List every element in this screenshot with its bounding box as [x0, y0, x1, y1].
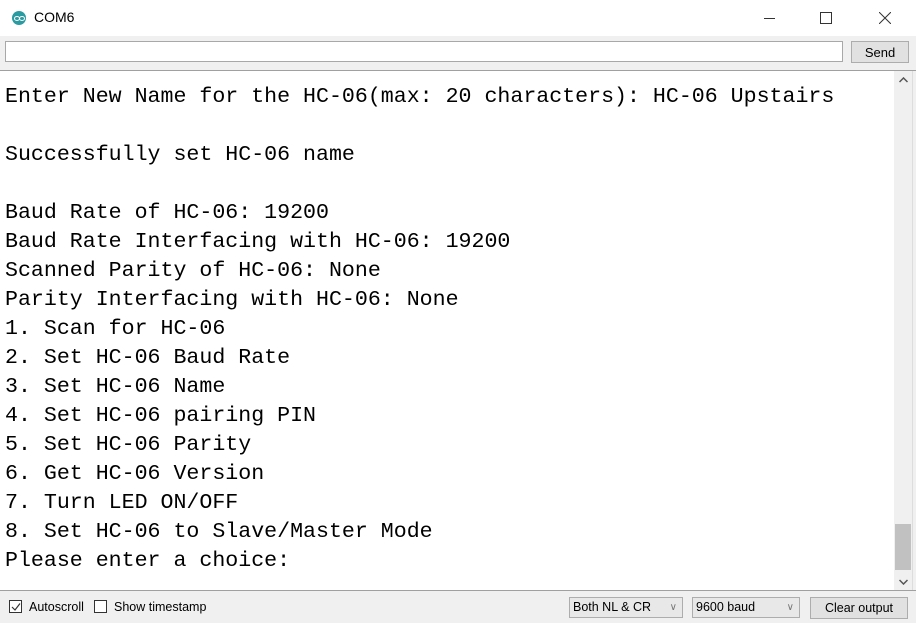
scroll-thumb[interactable] — [895, 524, 911, 570]
output-line: Parity Interfacing with HC-06: None — [5, 288, 459, 312]
output-line: 2. Set HC-06 Baud Rate — [5, 346, 291, 370]
output-line: 5. Set HC-06 Parity — [5, 433, 252, 457]
chevron-down-icon: ∨ — [786, 602, 794, 613]
title-bar: COM6 — [0, 0, 916, 36]
window-edge — [912, 71, 916, 590]
chevron-down-icon: ∨ — [669, 602, 677, 613]
output-line: Scanned Parity of HC-06: None — [5, 259, 381, 283]
clear-output-button[interactable]: Clear output — [810, 597, 908, 619]
arduino-icon — [12, 11, 26, 25]
output-line: Enter New Name for the HC-06(max: 20 cha… — [5, 85, 835, 109]
maximize-button[interactable] — [797, 0, 855, 36]
baud-rate-select[interactable]: 9600 baud ∨ — [692, 597, 800, 618]
vertical-scrollbar[interactable] — [894, 71, 912, 590]
scroll-down-button[interactable] — [894, 573, 912, 590]
output-line: 3. Set HC-06 Name — [5, 375, 226, 399]
close-icon — [879, 12, 891, 24]
show-timestamp-checkbox[interactable] — [94, 600, 107, 613]
send-input[interactable] — [5, 41, 843, 62]
close-button[interactable] — [856, 0, 914, 36]
window-title: COM6 — [34, 9, 75, 25]
baud-rate-value: 9600 baud — [696, 600, 756, 614]
output-line: Baud Rate of HC-06: 19200 — [5, 201, 329, 225]
output-line: 1. Scan for HC-06 — [5, 317, 226, 341]
send-button[interactable]: Send — [851, 41, 909, 63]
serial-output[interactable]: Enter New Name for the HC-06(max: 20 cha… — [0, 71, 894, 590]
chevron-up-icon — [898, 76, 908, 83]
status-bar: Autoscroll Show timestamp Both NL & CR ∨… — [0, 590, 916, 623]
send-toolbar: Send — [0, 36, 916, 71]
output-line: Baud Rate Interfacing with HC-06: 19200 — [5, 230, 511, 254]
line-ending-select[interactable]: Both NL & CR ∨ — [569, 597, 683, 618]
output-line: 6. Get HC-06 Version — [5, 462, 265, 486]
scroll-up-button[interactable] — [894, 71, 912, 88]
show-timestamp-label: Show timestamp — [114, 600, 207, 614]
output-line: 4. Set HC-06 pairing PIN — [5, 404, 317, 428]
output-line: 8. Set HC-06 to Slave/Master Mode — [5, 520, 433, 544]
autoscroll-checkbox[interactable] — [9, 600, 22, 613]
output-line: Successfully set HC-06 name — [5, 143, 355, 167]
chevron-down-icon — [898, 578, 908, 585]
output-line: Please enter a choice: — [5, 549, 291, 573]
maximize-icon — [820, 12, 832, 24]
minimize-icon — [763, 17, 775, 19]
autoscroll-label: Autoscroll — [29, 600, 84, 614]
line-ending-value: Both NL & CR — [573, 600, 652, 614]
output-line: 7. Turn LED ON/OFF — [5, 491, 239, 515]
checkmark-icon — [11, 603, 21, 611]
minimize-button[interactable] — [740, 0, 798, 36]
